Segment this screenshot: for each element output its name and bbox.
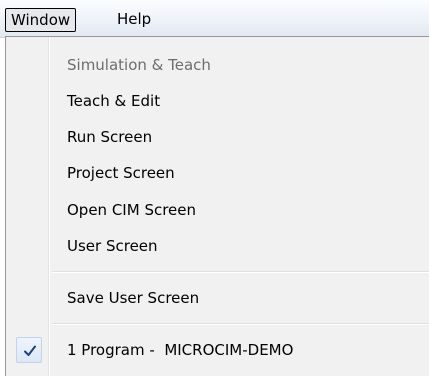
menu-item-label: User Screen (67, 237, 158, 255)
menu-item-label: Project Screen (67, 164, 175, 182)
menu-bar: Window Help (0, 0, 429, 38)
menu-item-label: 1 Program - MICROCIM-DEMO (67, 341, 294, 359)
menu-item-program-window[interactable]: 1 Program - MICROCIM-DEMO (6, 333, 429, 367)
menu-item-open-cim-screen[interactable]: Open CIM Screen (6, 193, 429, 227)
menu-help[interactable]: Help (111, 8, 157, 32)
checkmark-icon (16, 337, 42, 363)
menu-separator (52, 271, 429, 273)
menu-item-label: Save User Screen (67, 289, 200, 307)
menu-item-project-screen[interactable]: Project Screen (6, 156, 429, 190)
menu-item-save-user-screen[interactable]: Save User Screen (6, 281, 429, 315)
menu-window[interactable]: Window (5, 8, 77, 32)
menu-separator (52, 323, 429, 325)
menu-item-label: Open CIM Screen (67, 201, 197, 219)
menu-item-user-screen[interactable]: User Screen (6, 229, 429, 263)
window-menu-dropdown: Simulation & Teach Teach & Edit Run Scre… (5, 36, 429, 376)
menu-item-label: Teach & Edit (67, 92, 161, 110)
menu-item-simulation-teach: Simulation & Teach (6, 48, 429, 82)
menu-item-label: Simulation & Teach (67, 56, 211, 74)
menu-item-teach-edit[interactable]: Teach & Edit (6, 84, 429, 118)
menu-item-run-screen[interactable]: Run Screen (6, 120, 429, 154)
menu-item-label: Run Screen (67, 128, 153, 146)
